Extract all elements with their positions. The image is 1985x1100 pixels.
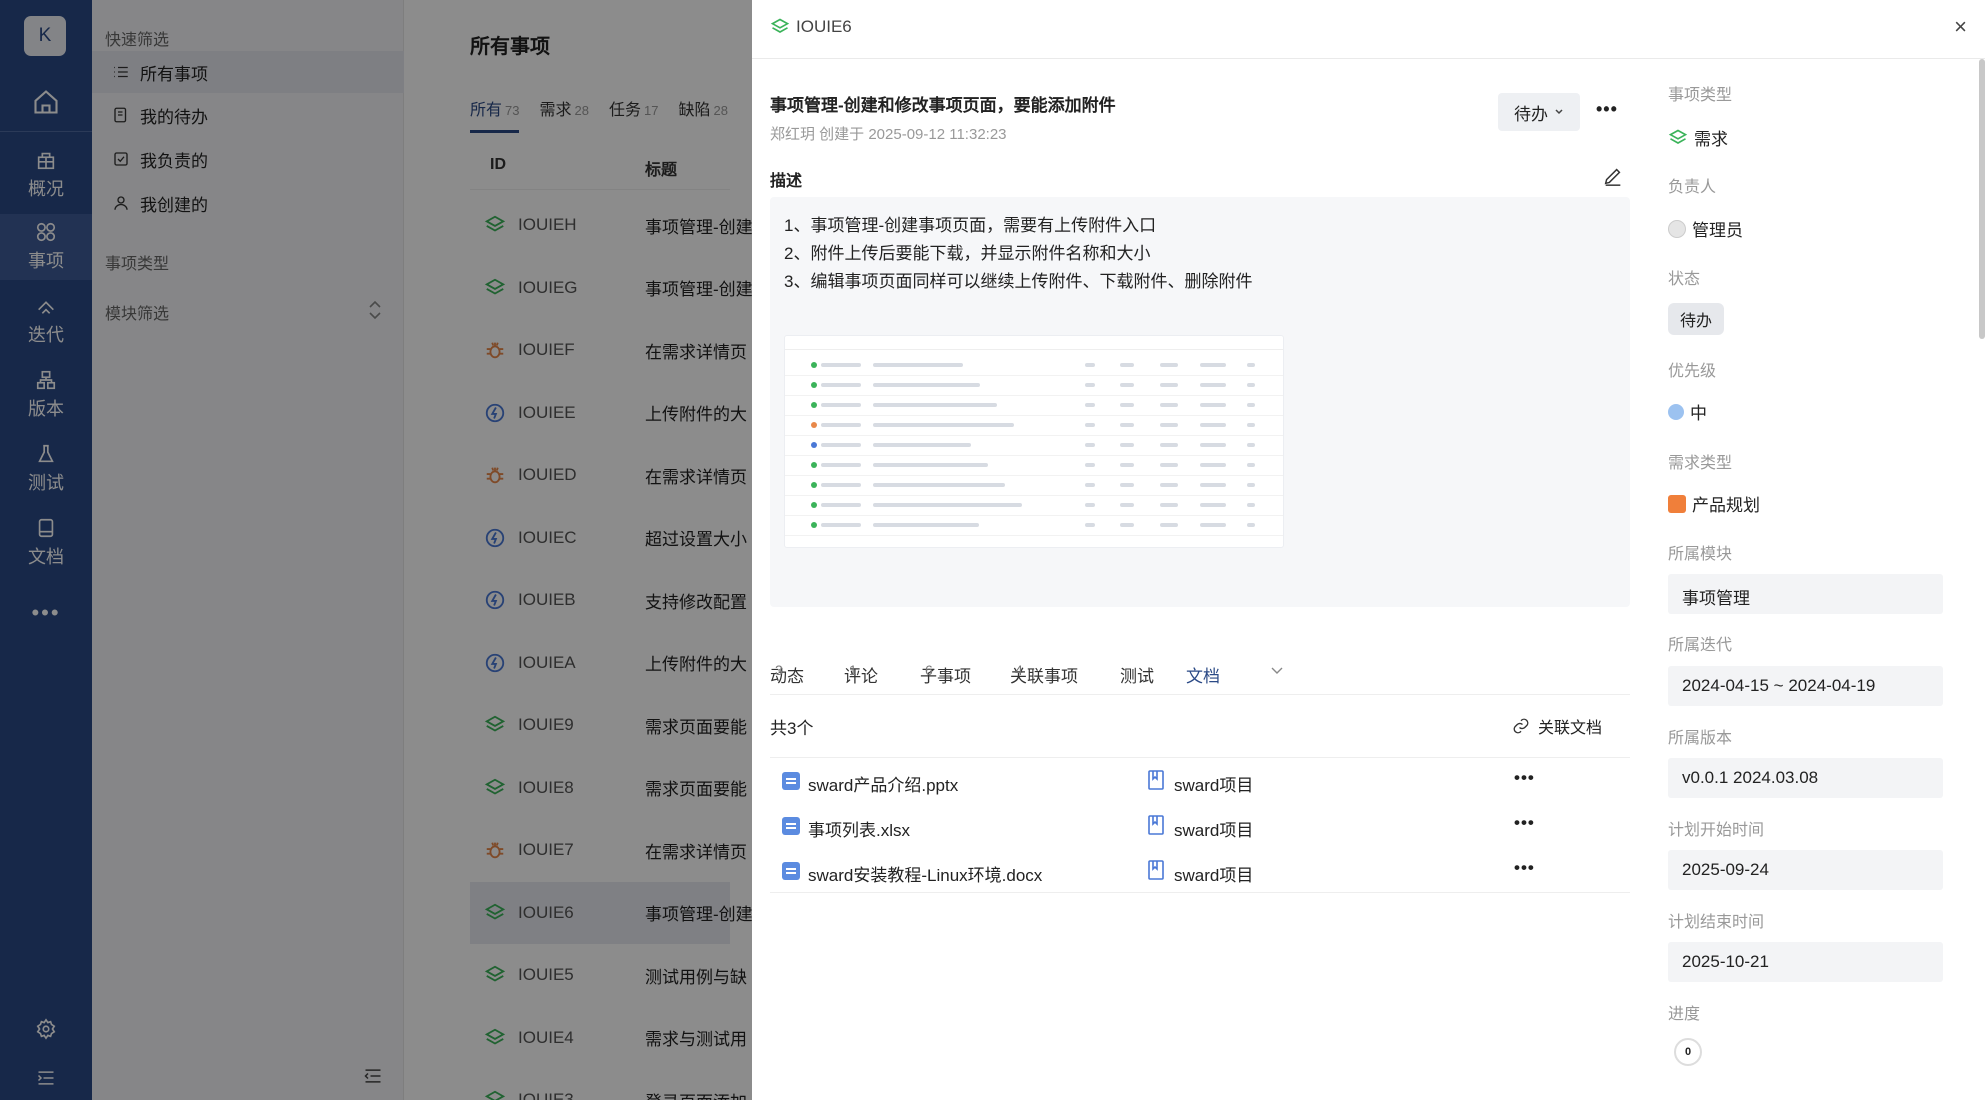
row-more-button[interactable]: ••• (1514, 858, 1535, 878)
issue-title[interactable]: 事项管理-创建和修改事项页面，要能添加附件 (770, 91, 1116, 116)
attachment-screenshot-image[interactable] (784, 335, 1284, 548)
chevron-down-icon[interactable] (1270, 666, 1284, 676)
sprint-field[interactable]: 2024-04-15 ~ 2024-04-19 (1668, 666, 1943, 706)
repository-icon (1147, 860, 1165, 885)
thumbnail-row (785, 416, 1283, 436)
module-label: 所属模块 (1668, 546, 1733, 563)
thumbnail-row (785, 496, 1283, 516)
priority-value[interactable]: 中 (1668, 399, 1707, 424)
thumbnail-row (785, 376, 1283, 396)
type-value[interactable]: 需求 (1668, 125, 1728, 150)
file-icon (782, 772, 800, 790)
priority-icon (1668, 403, 1684, 420)
description-content[interactable]: 1、事项管理-创建事项页面，需要有上传附件入口 2、附件上传后要能下载，并显示附… (770, 197, 1630, 607)
story-icon (1668, 129, 1688, 144)
edit-icon[interactable] (1602, 165, 1624, 187)
repository-name[interactable]: sward项目 (1174, 771, 1253, 796)
status-value[interactable]: 待办 (1668, 303, 1725, 335)
start-date-field[interactable]: 2025-09-24 (1668, 850, 1943, 890)
description-line: 3、编辑事项页面同样可以继续上传附件、下载附件、删除附件 (784, 272, 1253, 291)
detail-tabs: 动态 3 评论 1 子事项 6 关联事项 4 测试 文档 (770, 654, 1630, 695)
end-date-label: 计划结束时间 (1668, 914, 1765, 931)
row-more-button[interactable]: ••• (1514, 768, 1535, 788)
link-icon (1513, 718, 1529, 734)
issue-creator: 郑红玥 创建于 2025-09-12 11:32:23 (770, 126, 1007, 143)
document-name[interactable]: 事项列表.xlsx (808, 816, 910, 841)
status-dropdown[interactable]: 待办 (1498, 93, 1580, 131)
thumbnail-row (785, 456, 1283, 476)
thumbnail-row (785, 476, 1283, 496)
req-type-value[interactable]: 产品规划 (1668, 491, 1760, 516)
more-actions-button[interactable]: ••• (1596, 99, 1618, 120)
document-row[interactable]: 事项列表.xlsx sward项目 ••• (770, 803, 1630, 848)
file-icon (782, 817, 800, 835)
thumbnail-row (785, 396, 1283, 416)
repository-name[interactable]: sward项目 (1174, 816, 1253, 841)
req-type-label: 需求类型 (1668, 455, 1733, 472)
link-document-button[interactable]: 关联文档 (1512, 714, 1602, 738)
scrollbar[interactable] (1979, 59, 1985, 339)
description-line: 2、附件上传后要能下载，并显示附件名称和大小 (784, 244, 1151, 263)
avatar (1668, 219, 1686, 238)
version-field[interactable]: v0.0.1 2024.03.08 (1668, 758, 1943, 798)
link-document-label: 关联文档 (1538, 720, 1603, 737)
story-icon (770, 18, 790, 33)
document-count: 共3个 (770, 719, 814, 738)
progress-ring[interactable]: 0 (1674, 1038, 1702, 1066)
end-date-field[interactable]: 2025-10-21 (1668, 942, 1943, 982)
type-label: 事项类型 (1668, 87, 1733, 104)
priority-label: 优先级 (1668, 363, 1717, 380)
document-row[interactable]: sward产品介绍.pptx sward项目 ••• (770, 758, 1630, 803)
drawer-header: IOUIE6 × (752, 0, 1985, 59)
progress-label: 进度 (1668, 1006, 1701, 1023)
document-row[interactable]: sward安装教程-Linux环境.docx sward项目 ••• (770, 848, 1630, 893)
close-button[interactable]: × (1954, 14, 1967, 40)
document-name[interactable]: sward安装教程-Linux环境.docx (808, 861, 1042, 886)
issue-id: IOUIE6 (796, 17, 852, 36)
document-name[interactable]: sward产品介绍.pptx (808, 771, 958, 796)
repository-icon (1147, 815, 1165, 840)
thumbnail-row (785, 356, 1283, 376)
owner-value[interactable]: 管理员 (1668, 216, 1743, 241)
document-table: sward产品介绍.pptx sward项目 ••• 事项列表.xlsx sward项目… (770, 757, 1630, 893)
module-field[interactable]: 事项管理 (1668, 574, 1943, 614)
status-label: 待办 (1514, 104, 1548, 124)
thumbnail-row (785, 436, 1283, 456)
status-badge: 待办 (1668, 303, 1725, 335)
app-root: K 概况 事项 迭代 版本 测试 文档 ••• 快速筛选 所有事项 我的待办 我… (0, 0, 1985, 1100)
repository-name[interactable]: sward项目 (1174, 861, 1253, 886)
start-date-label: 计划开始时间 (1668, 822, 1765, 839)
thumbnail-row (785, 516, 1283, 536)
repository-icon (1147, 770, 1165, 795)
issue-detail-drawer: IOUIE6 × 事项管理-创建和修改事项页面，要能添加附件 郑红玥 创建于 2… (752, 0, 1985, 1100)
product-plan-icon (1668, 494, 1686, 513)
description-heading: 描述 (770, 173, 803, 190)
row-more-button[interactable]: ••• (1514, 813, 1535, 833)
status-label: 状态 (1668, 271, 1701, 288)
chevron-down-icon (1555, 109, 1563, 115)
description-line: 1、事项管理-创建事项页面，需要有上传附件入口 (784, 216, 1157, 235)
version-label: 所属版本 (1668, 730, 1733, 747)
sprint-label: 所属迭代 (1668, 637, 1733, 654)
owner-label: 负责人 (1668, 179, 1717, 196)
file-icon (782, 862, 800, 880)
